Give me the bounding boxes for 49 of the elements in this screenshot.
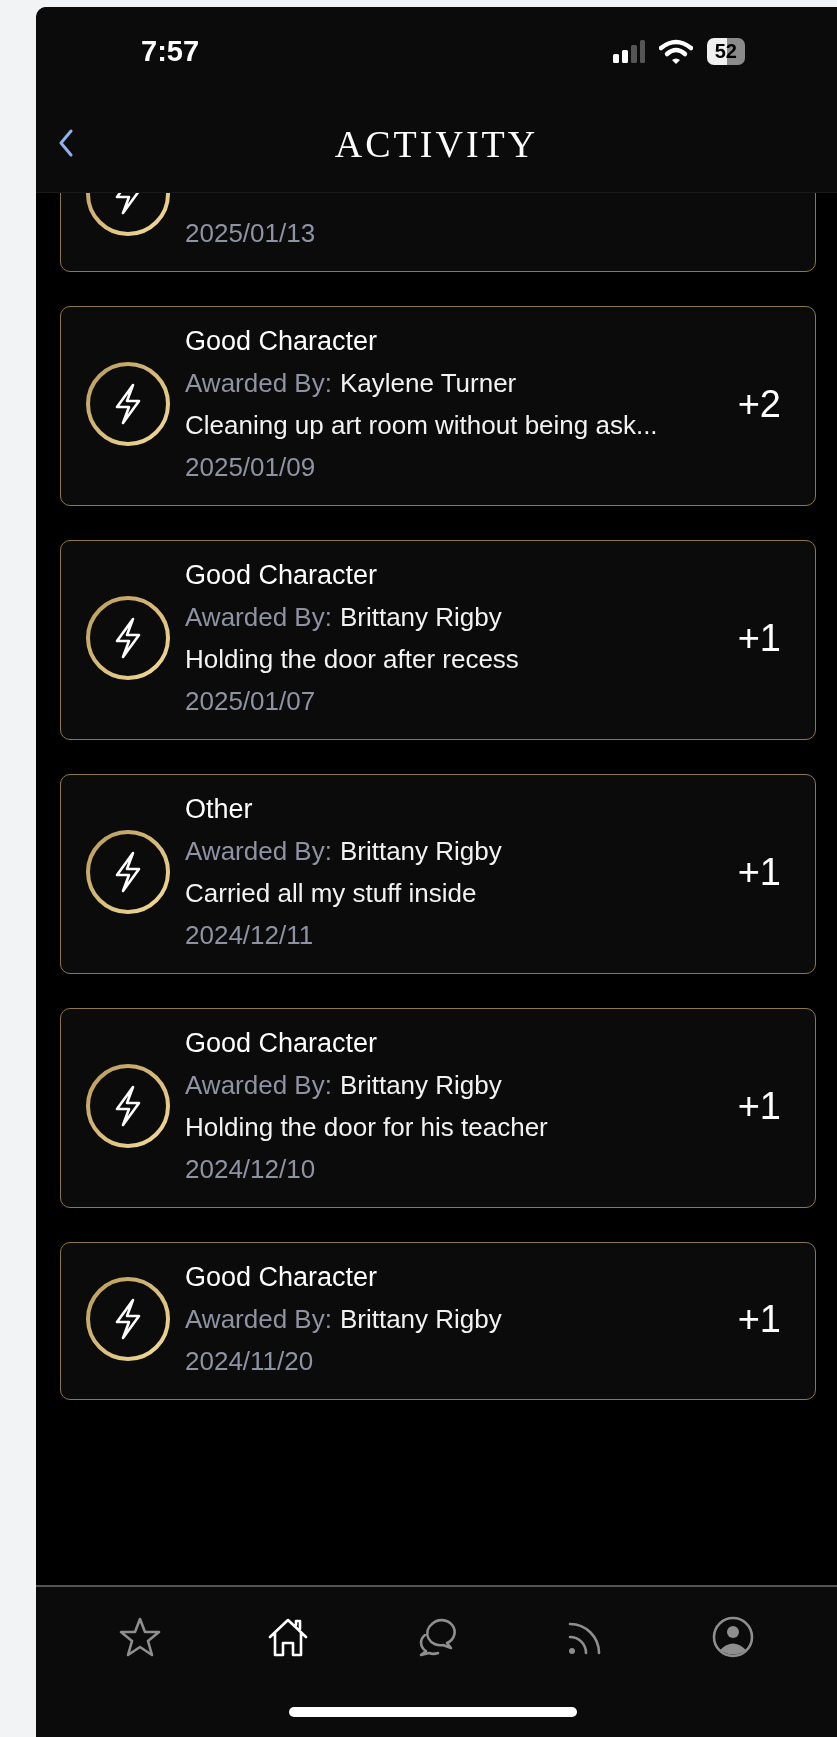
awarded-by-name: Brittany Rigby (339, 1304, 502, 1334)
awarded-by-name: Kaylene Turner (339, 368, 517, 398)
points-value: +1 (737, 1297, 781, 1341)
activity-note: Holding the door for his teacher (185, 1111, 549, 1143)
points-value: +1 (737, 1084, 781, 1128)
activity-date: 2025/01/09 (185, 451, 317, 483)
signal-icon (612, 39, 645, 63)
activity-note: Holding the door after recess (185, 643, 520, 675)
awarded-by-name: Brittany Rigby (339, 1070, 502, 1100)
activity-card[interactable]: Good Character Awarded By: Kaylene Turner Cleaning up art room without being ask... 2025/01/09 +2 (60, 306, 816, 506)
activity-title: Good Character (185, 559, 379, 591)
awarded-by-name: Brittany Rigby (339, 836, 502, 866)
activity-card[interactable]: 2025/01/13 (60, 193, 816, 272)
awarded-label: Awarded By: (185, 1070, 332, 1100)
activity-card[interactable]: Other Awarded By: Brittany Rigby Carried all my stuff inside 2024/12/11 +1 (60, 774, 816, 974)
lightning-badge-icon (85, 595, 171, 681)
back-icon[interactable] (58, 129, 74, 157)
battery-indicator: 52 (706, 37, 745, 65)
points-value: +2 (737, 382, 781, 426)
lightning-badge-icon (85, 1276, 171, 1362)
status-time: 7:57 (141, 34, 200, 68)
awarded-label: Awarded By: (185, 602, 332, 632)
activity-date: 2025/01/07 (185, 685, 317, 717)
activity-title: Other (185, 793, 254, 825)
wifi-icon (658, 38, 693, 64)
page-title: ACTIVITY (334, 121, 539, 166)
profile-icon[interactable] (710, 1615, 755, 1659)
activity-date: 2024/12/10 (185, 1153, 317, 1185)
awarded-label: Awarded By: (185, 368, 332, 398)
lightning-badge-icon (85, 361, 171, 447)
activity-title: Good Character (185, 325, 379, 357)
activity-date: 2024/11/20 (185, 1345, 315, 1377)
awarded-label: Awarded By: (185, 1304, 332, 1334)
awarded-by-name: Brittany Rigby (339, 602, 502, 632)
awarded-label: Awarded By: (185, 836, 332, 866)
activity-note: Carried all my stuff inside (185, 877, 478, 909)
activity-title: Good Character (185, 1261, 379, 1293)
lightning-badge-icon (85, 1063, 171, 1149)
points-value: +1 (737, 850, 781, 894)
activity-card[interactable]: Good Character Awarded By: Brittany Rigby 2024/11/20 +1 (60, 1242, 816, 1400)
activity-card[interactable]: Good Character Awarded By: Brittany Rigby Holding the door after recess 2025/01/07 +1 (60, 540, 816, 740)
star-icon[interactable] (118, 1615, 163, 1659)
activity-title: Good Character (185, 1027, 379, 1059)
points-value: +1 (737, 616, 781, 660)
activity-note: Cleaning up art room without being ask... (185, 409, 659, 441)
activity-date: 2024/12/11 (185, 919, 315, 951)
activity-card[interactable]: Good Character Awarded By: Brittany Rigby Holding the door for his teacher 2024/12/10 +1 (60, 1008, 816, 1208)
lightning-badge-icon (85, 829, 171, 915)
activity-date: 2025/01/13 (185, 217, 317, 249)
